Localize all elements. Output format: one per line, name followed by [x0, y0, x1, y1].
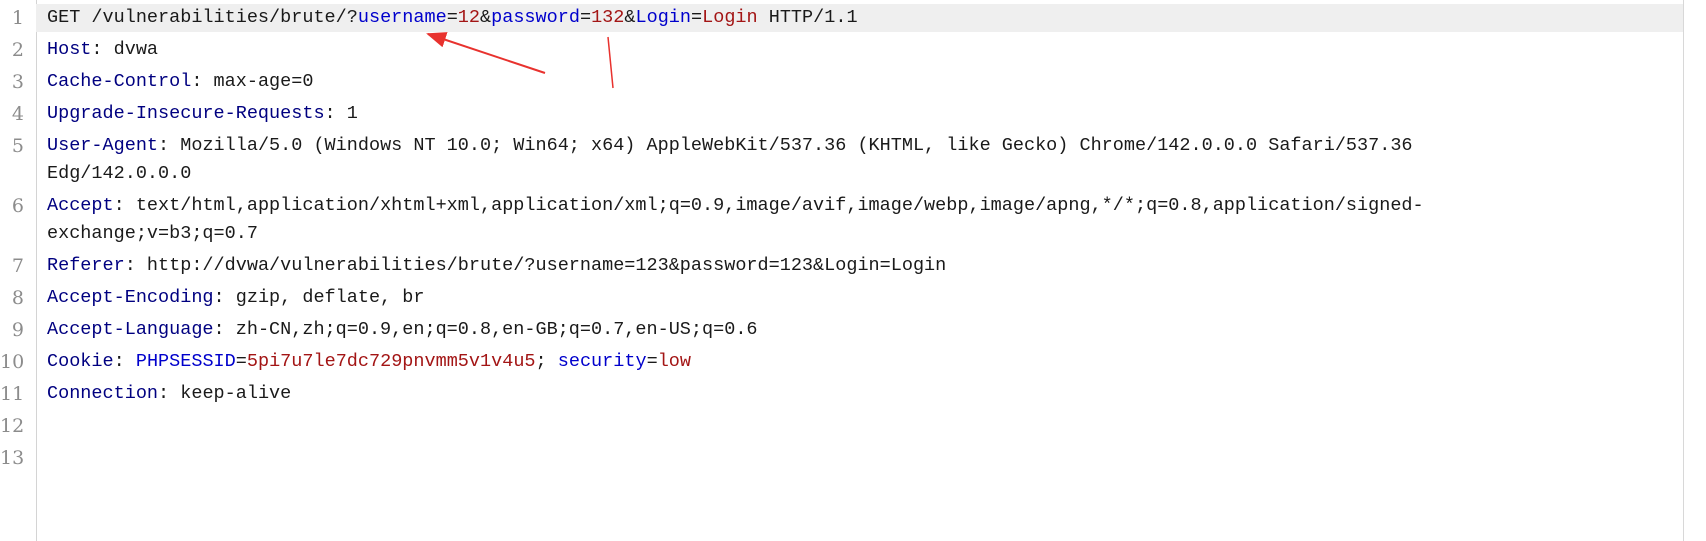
line-text[interactable]: Accept: text/html,application/xhtml+xml,… [36, 188, 1537, 248]
request-line[interactable]: 10 Cookie: PHPSESSID=5pi7u7le7dc729pnvmm5… [0, 344, 1683, 376]
header-name: Upgrade-Insecure-Requests [47, 103, 325, 124]
param-name: PHPSESSID [135, 351, 236, 372]
plain-text: & [624, 7, 636, 28]
plain-text: & [480, 7, 492, 28]
param-value: 132 [591, 7, 625, 28]
line-number: 10 [0, 351, 25, 373]
plain-text: : http://dvwa/vulnerabilities/brute/?use… [124, 255, 947, 276]
header-name: User-Agent [47, 135, 159, 156]
request-line[interactable]: 7 Referer: http://dvwa/vulnerabilities/br… [0, 248, 1683, 280]
plain-text: = [646, 351, 658, 372]
header-name: Referer [47, 255, 125, 276]
plain-text: : text/html,application/xhtml+xml,applic… [47, 195, 1424, 244]
line-text[interactable]: ​ [36, 440, 1537, 472]
request-line[interactable]: 5 User-Agent: Mozilla/5.0 (Windows NT 10.… [0, 128, 1683, 188]
line-text[interactable]: GET /vulnerabilities/brute/?username=12&… [36, 0, 1537, 32]
param-value: Login [702, 7, 758, 28]
header-name: Connection [47, 383, 159, 404]
request-line[interactable]: 2 Host: dvwa [0, 32, 1683, 64]
plain-text: : 1 [324, 103, 358, 124]
plain-text: = [446, 7, 458, 28]
line-number: 3 [11, 71, 24, 93]
request-line[interactable]: 6 Accept: text/html,application/xhtml+xml… [0, 188, 1683, 248]
line-number: 13 [0, 447, 25, 469]
header-name: Accept [47, 195, 114, 216]
request-line[interactable]: 11 Connection: keep-alive [0, 376, 1683, 408]
line-text[interactable]: Referer: http://dvwa/vulnerabilities/bru… [36, 248, 1537, 280]
plain-text: HTTP/1.1 [757, 7, 858, 28]
param-name: password [491, 7, 580, 28]
line-text[interactable]: Accept-Encoding: gzip, deflate, br [36, 280, 1537, 312]
line-text[interactable]: Cache-Control: max-age=0 [36, 64, 1537, 96]
line-number: 7 [11, 255, 24, 277]
line-text[interactable]: Accept-Language: zh-CN,zh;q=0.9,en;q=0.8… [36, 312, 1537, 344]
line-text[interactable]: ​ [36, 408, 1537, 440]
param-value: 12 [457, 7, 481, 28]
line-text[interactable]: Upgrade-Insecure-Requests: 1 [36, 96, 1537, 128]
line-text[interactable]: User-Agent: Mozilla/5.0 (Windows NT 10.0… [36, 128, 1537, 188]
plain-text: : [113, 351, 136, 372]
param-value: low [657, 351, 691, 372]
param-value: 5pi7u7le7dc729pnvmm5v1v4u5 [246, 351, 536, 372]
header-name: Cache-Control [47, 71, 192, 92]
line-number: 8 [11, 287, 24, 309]
line-number: 11 [0, 383, 25, 405]
plain-text: : max-age=0 [191, 71, 314, 92]
plain-text: : keep-alive [158, 383, 292, 404]
line-number: 9 [11, 319, 24, 341]
plain-text: : zh-CN,zh;q=0.9,en;q=0.8,en-GB;q=0.7,en… [213, 319, 758, 340]
line-text[interactable]: Connection: keep-alive [36, 376, 1537, 408]
plain-text: = [579, 7, 592, 28]
plain-text: = [691, 7, 703, 28]
header-name: Cookie [47, 351, 114, 372]
line-number: 4 [11, 103, 24, 125]
request-lines[interactable]: 1 GET /vulnerabilities/brute/?username=12… [0, 0, 1683, 472]
request-line[interactable]: 1 GET /vulnerabilities/brute/?username=12… [0, 0, 1683, 32]
http-request-editor[interactable]: 1 GET /vulnerabilities/brute/?username=12… [0, 0, 1684, 541]
line-text[interactable]: Host: dvwa [36, 32, 1537, 64]
plain-text: = [235, 351, 247, 372]
plain-text: : dvwa [91, 39, 159, 60]
header-name: Accept-Encoding [47, 287, 214, 308]
header-name: Accept-Language [47, 319, 214, 340]
line-number: 6 [11, 195, 24, 217]
line-number: 12 [0, 415, 25, 437]
plain-text: : gzip, deflate, br [213, 287, 425, 308]
request-line[interactable]: 13 ​ [0, 440, 1683, 472]
line-number: 1 [11, 7, 24, 29]
plain-text: ; [535, 351, 558, 372]
plain-text: : Mozilla/5.0 (Windows NT 10.0; Win64; x… [47, 135, 1424, 184]
request-line[interactable]: 3 Cache-Control: max-age=0 [0, 64, 1683, 96]
line-number: 2 [11, 39, 24, 61]
line-number: 5 [11, 135, 24, 157]
request-line[interactable]: 12 ​ [0, 408, 1683, 440]
line-text[interactable]: Cookie: PHPSESSID=5pi7u7le7dc729pnvmm5v1… [36, 344, 1537, 376]
plain-text: GET /vulnerabilities/brute/? [47, 7, 358, 28]
param-name: username [357, 7, 447, 28]
request-line[interactable]: 8 Accept-Encoding: gzip, deflate, br [0, 280, 1683, 312]
request-line[interactable]: 4 Upgrade-Insecure-Requests: 1 [0, 96, 1683, 128]
request-line[interactable]: 9 Accept-Language: zh-CN,zh;q=0.9,en;q=0.… [0, 312, 1683, 344]
header-name: Host [47, 39, 92, 60]
param-name: security [557, 351, 647, 372]
param-name: Login [635, 7, 691, 28]
